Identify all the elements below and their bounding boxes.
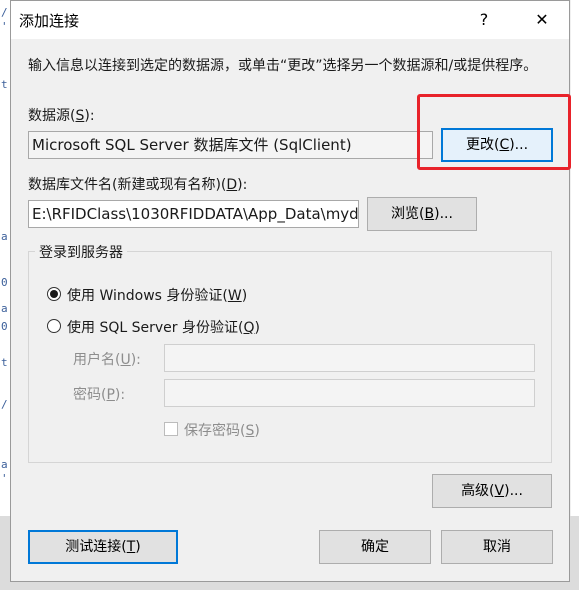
code-glyph: 0 (1, 276, 8, 289)
windows-auth-label[interactable]: 使用 Windows 身份验证(W) (67, 285, 247, 305)
advanced-button[interactable]: 高级(V)... (432, 474, 552, 508)
title-bar: 添加连接 ? ✕ (11, 1, 569, 39)
datasource-field: Microsoft SQL Server 数据库文件 (SqlClient) (28, 131, 433, 159)
save-password-checkbox[interactable] (164, 422, 178, 436)
test-connection-button[interactable]: 测试连接(T) (28, 530, 178, 564)
dbfile-input[interactable]: E:\RFIDClass\1030RFIDDATA\App_Data\mydb (28, 200, 359, 228)
save-password-label[interactable]: 保存密码(S) (184, 420, 260, 440)
close-icon: ✕ (535, 10, 549, 29)
code-glyph: / (1, 398, 8, 411)
code-glyph: t (1, 78, 8, 91)
code-glyph: a (1, 458, 8, 471)
sql-auth-label[interactable]: 使用 SQL Server 身份验证(Q) (67, 317, 260, 337)
add-connection-dialog: 添加连接 ? ✕ 输入信息以连接到选定的数据源，或单击“更改”选择另一个数据源和… (10, 0, 571, 582)
login-group-title: 登录到服务器 (35, 242, 127, 262)
dialog-title: 添加连接 (19, 12, 80, 30)
browse-button[interactable]: 浏览(B)... (367, 197, 477, 231)
close-button[interactable]: ✕ (519, 1, 565, 39)
highlight-annotation (417, 94, 571, 170)
windows-auth-radio[interactable] (47, 287, 61, 301)
password-label: 密码(P): (73, 387, 126, 403)
dbfile-label: 数据库文件名(新建或现有名称)(D): (28, 177, 248, 193)
help-button[interactable]: ? (461, 1, 507, 39)
datasource-label: 数据源(S): (28, 108, 95, 124)
sql-auth-radio[interactable] (47, 319, 61, 333)
cancel-button[interactable]: 取消 (441, 530, 553, 564)
username-input[interactable] (164, 344, 535, 372)
code-glyph: a (1, 230, 8, 243)
password-input[interactable] (164, 379, 535, 407)
code-glyph: ' (1, 472, 8, 485)
background-editor-right (571, 0, 579, 590)
code-glyph: 0 (1, 320, 8, 333)
username-label: 用户名(U): (73, 352, 141, 368)
dialog-description: 输入信息以连接到选定的数据源，或单击“更改”选择另一个数据源和/或提供程序。 (28, 58, 538, 74)
code-glyph: / (1, 6, 8, 19)
code-glyph: ' (1, 20, 8, 33)
code-glyph: a (1, 302, 8, 315)
ok-button[interactable]: 确定 (319, 530, 431, 564)
code-glyph: t (1, 356, 8, 369)
